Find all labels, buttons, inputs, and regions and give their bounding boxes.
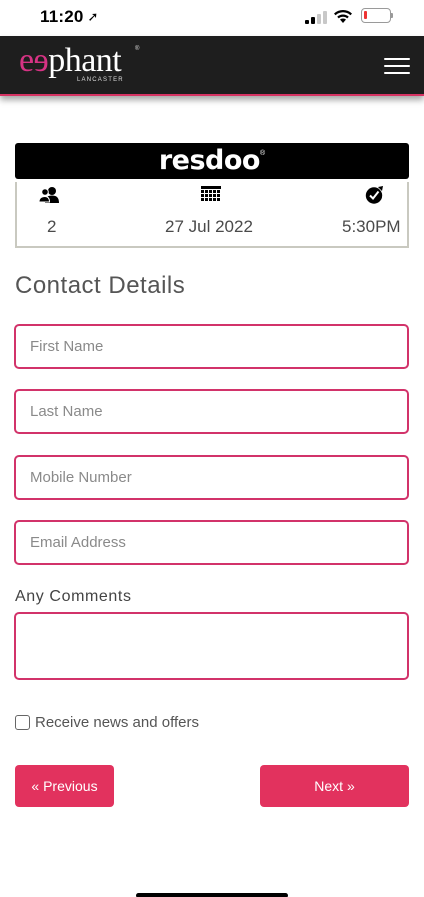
logo-registered: ®	[135, 46, 140, 52]
battery-level	[364, 11, 367, 19]
resdoo-logo: resdoo	[158, 145, 261, 176]
newsletter-checkbox[interactable]	[15, 714, 30, 730]
battery-cap	[391, 13, 393, 18]
previous-button[interactable]: « Previous	[15, 765, 114, 807]
resdoo-banner: resdoo®	[15, 143, 409, 179]
status-time-text: 11:20	[40, 7, 84, 26]
logo-subtitle: LANCASTER	[77, 77, 124, 83]
location-arrow-icon: ➚	[87, 9, 99, 24]
logo-phant: phant	[48, 42, 122, 79]
email-address-input[interactable]	[14, 520, 409, 565]
logo-wordmark: eɘphant	[19, 42, 122, 80]
site-header: eɘphant LANCASTER ®	[0, 36, 424, 96]
mobile-number-input[interactable]	[14, 455, 409, 500]
elephant-logo[interactable]: eɘphant LANCASTER ®	[19, 42, 139, 90]
newsletter-option[interactable]: Receive news and offers	[15, 712, 199, 732]
logo-ele: eɘ	[19, 42, 49, 79]
calendar-icon	[201, 186, 221, 201]
clock-check-icon	[365, 186, 383, 204]
newsletter-label[interactable]: Receive news and offers	[35, 714, 199, 731]
comments-label: Any Comments	[15, 588, 132, 605]
booking-time: 5:30PM	[342, 217, 401, 236]
guests-column: 2	[39, 182, 79, 242]
menu-button[interactable]	[384, 58, 410, 76]
booking-date: 27 Jul 2022	[165, 217, 253, 236]
signal-icon	[305, 11, 327, 24]
date-column: 27 Jul 2022	[157, 182, 267, 242]
status-bar: 11:20 ➚	[0, 0, 424, 36]
wifi-icon	[334, 9, 352, 23]
next-button[interactable]: Next »	[260, 765, 409, 807]
status-time: 11:20 ➚	[40, 7, 99, 27]
booking-summary: 2 27 Jul 2022 5:30PM	[15, 182, 409, 248]
home-indicator[interactable]	[136, 893, 288, 897]
guests-count: 2	[47, 217, 57, 236]
comments-textarea[interactable]	[14, 612, 409, 680]
page-title: Contact Details	[15, 272, 186, 299]
battery-icon	[361, 8, 391, 23]
resdoo-registered: ®	[259, 150, 266, 157]
users-icon	[39, 187, 59, 203]
first-name-input[interactable]	[14, 324, 409, 369]
last-name-input[interactable]	[14, 389, 409, 434]
time-column: 5:30PM	[335, 182, 409, 242]
